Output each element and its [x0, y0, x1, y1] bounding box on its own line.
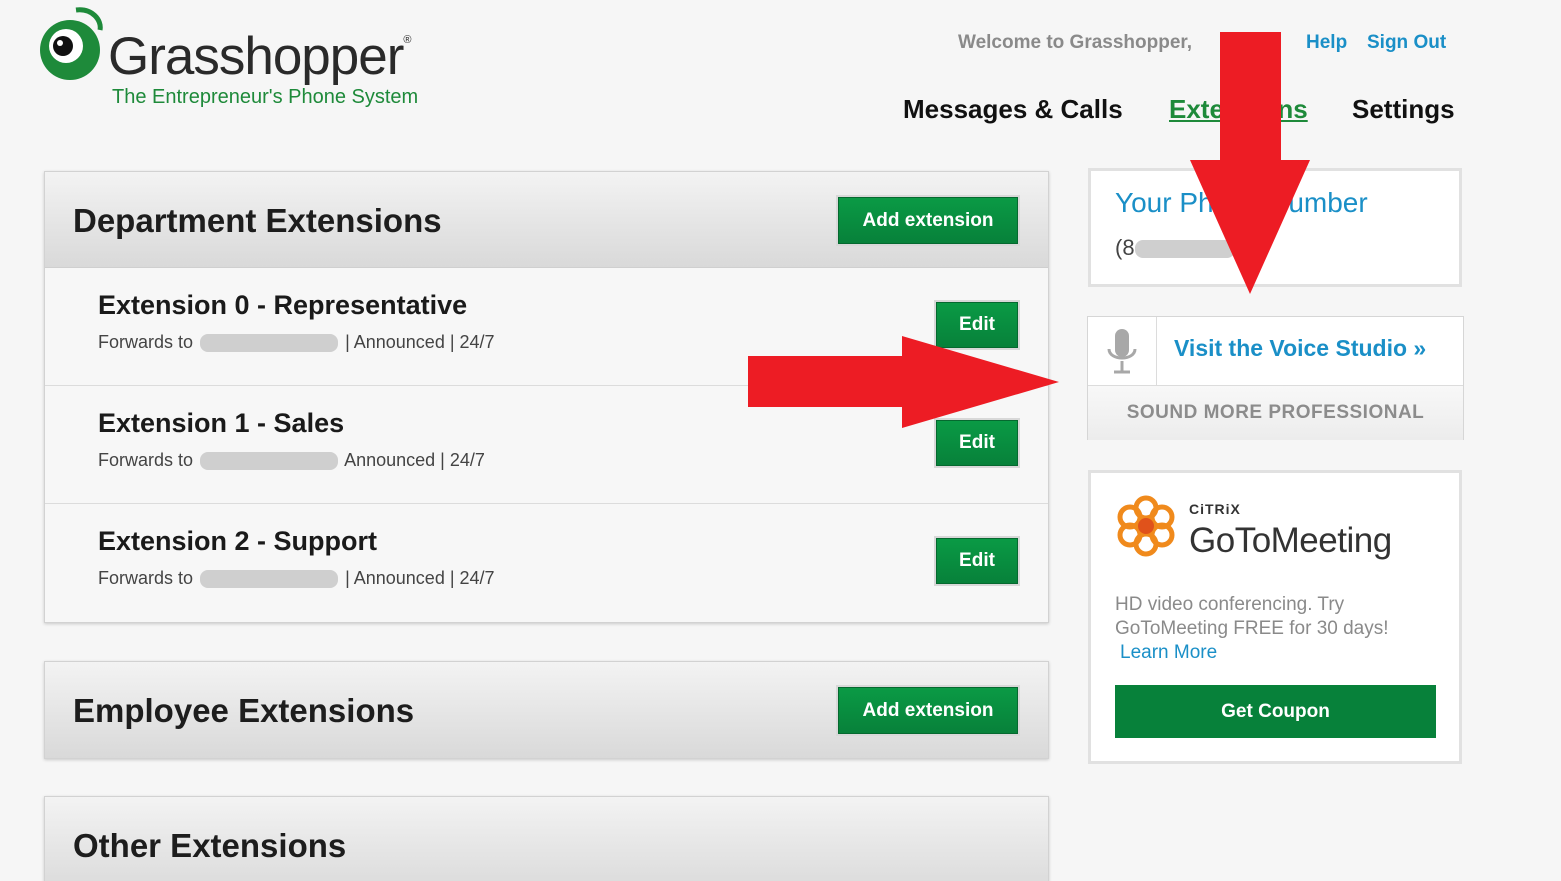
- extension-name: Extension 1 - Sales: [98, 408, 345, 438]
- extension-name: Extension 0 - Representative: [98, 290, 468, 320]
- visit-voice-studio-link[interactable]: Visit the Voice Studio »: [1174, 335, 1426, 362]
- grasshopper-logo-icon: [40, 7, 103, 80]
- learn-more-link[interactable]: Learn More: [1115, 642, 1217, 663]
- ad-text: HD video conferencing. Try GoToMeeting F…: [1115, 594, 1389, 639]
- ad-description: HD video conferencing. Try GoToMeeting F…: [1115, 593, 1435, 665]
- extension-row: Extension 0 - Representative Forwards to…: [45, 268, 1048, 386]
- phone-number-prefix: (8: [1115, 235, 1135, 260]
- extension-settings: | Announced | 24/7: [345, 332, 495, 352]
- microphone-icon: [1088, 317, 1157, 385]
- phone-number-value: (8 5: [1115, 235, 1247, 261]
- add-employee-extension-button[interactable]: Add extension: [838, 687, 1018, 734]
- nav-messages-calls[interactable]: Messages & Calls: [903, 94, 1123, 125]
- sign-out-link[interactable]: Sign Out: [1367, 32, 1446, 54]
- brand-name: Grasshopper®: [108, 27, 412, 86]
- extension-settings: | Announced | 24/7: [345, 568, 495, 588]
- department-extensions-panel: Department Extensions Add extension Exte…: [44, 171, 1049, 623]
- extension-details: Forwards to Announced | 24/7: [98, 450, 485, 471]
- edit-extension-2-button[interactable]: Edit: [936, 538, 1018, 584]
- extension-settings: Announced | 24/7: [344, 450, 485, 470]
- panel-title: Department Extensions: [73, 202, 442, 239]
- extension-row: Extension 1 - Sales Forwards to Announce…: [45, 386, 1048, 504]
- extension-row: Extension 2 - Support Forwards to | Anno…: [45, 504, 1048, 622]
- phone-number-title: Your Phone Number: [1115, 187, 1368, 218]
- gotomeeting-flower-icon: [1117, 495, 1175, 557]
- registered-mark: ®: [403, 34, 411, 46]
- voice-studio-tagline: SOUND MORE PROFESSIONAL: [1088, 385, 1463, 440]
- get-coupon-button[interactable]: Get Coupon: [1115, 685, 1436, 738]
- redacted-number: [200, 334, 339, 353]
- redacted-phone: [1134, 240, 1235, 259]
- nav-extensions[interactable]: Extensions: [1169, 94, 1308, 125]
- extension-details: Forwards to | Announced | 24/7: [98, 332, 495, 353]
- forwards-label: Forwards to: [98, 568, 194, 588]
- brand-tagline: The Entrepreneur's Phone System: [112, 86, 419, 108]
- gotomeeting-name: GoToMeeting: [1189, 521, 1392, 560]
- gotomeeting-ad: CiTRiX GoToMeeting HD video conferencing…: [1088, 470, 1462, 764]
- other-extensions-panel: Other Extensions: [44, 796, 1049, 881]
- voice-studio-box: Visit the Voice Studio » SOUND MORE PROF…: [1087, 316, 1464, 440]
- panel-header: Other Extensions: [45, 797, 1048, 881]
- phone-number-suffix: 5: [1234, 235, 1247, 260]
- grasshopper-logo[interactable]: Grasshopper® The Entrepreneur's Phone Sy…: [36, 6, 456, 116]
- help-link[interactable]: Help: [1306, 32, 1347, 54]
- panel-header: Department Extensions Add extension: [45, 172, 1048, 268]
- extension-details: Forwards to | Announced | 24/7: [98, 568, 495, 589]
- panel-header: Employee Extensions Add extension: [45, 662, 1048, 758]
- redacted-number: [200, 570, 339, 589]
- nav-settings[interactable]: Settings: [1352, 94, 1455, 125]
- add-department-extension-button[interactable]: Add extension: [838, 197, 1018, 244]
- welcome-text: Welcome to Grasshopper,: [958, 32, 1193, 53]
- edit-extension-1-button[interactable]: Edit: [936, 420, 1018, 466]
- phone-number-box: Your Phone Number (8 5: [1088, 168, 1462, 287]
- employee-extensions-panel: Employee Extensions Add extension: [44, 661, 1049, 759]
- citrix-brand: CiTRiX: [1189, 501, 1241, 517]
- panel-title: Other Extensions: [73, 827, 347, 864]
- forwards-label: Forwards to: [98, 332, 194, 352]
- redacted-number: [200, 452, 339, 471]
- panel-title: Employee Extensions: [73, 692, 415, 729]
- edit-extension-0-button[interactable]: Edit: [936, 302, 1018, 348]
- forwards-label: Forwards to: [98, 450, 194, 470]
- extension-name: Extension 2 - Support: [98, 526, 378, 556]
